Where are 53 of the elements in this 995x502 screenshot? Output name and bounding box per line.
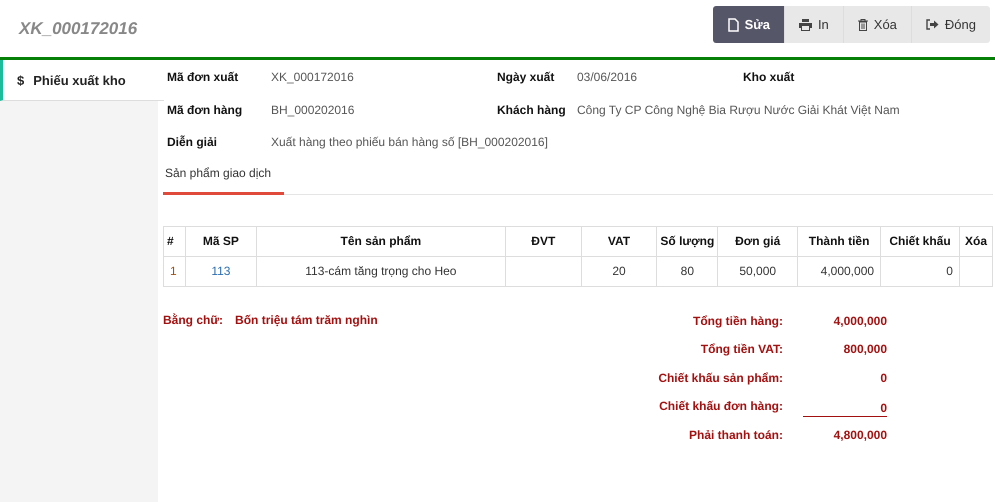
toolbar-button[interactable]: In (784, 6, 843, 43)
table-cell: 113-cám tăng trọng cho Heo (256, 256, 506, 286)
column-header: Thành tiền (798, 226, 881, 256)
field-label: Kho xuất (742, 70, 796, 86)
field-value: Công Ty CP Công Nghệ Bia Rượu Nước Giải Khát Việt Nam (577, 102, 900, 118)
document-title: XK_000172016 (19, 18, 138, 38)
table-cell: 80 (656, 256, 718, 286)
table-cell: 113 (185, 256, 256, 286)
sign-out-icon (926, 19, 939, 30)
column-header: VAT (581, 226, 657, 256)
field-value: XK_000172016 (271, 70, 354, 86)
column-header: Số lượng (656, 226, 718, 256)
field-label: Khách hàng (496, 102, 567, 118)
table-cell: 0 (880, 256, 960, 286)
total-label: Chiết khấu đơn hàng: (658, 398, 783, 416)
tab[interactable]: Sản phẩm giao dịch (163, 166, 284, 194)
printer-icon (798, 18, 812, 30)
total-label: Phải thanh toán: (688, 426, 783, 444)
total-label: Chiết khấu sản phẩm: (657, 370, 783, 387)
table-cell: 50,000 (718, 256, 798, 286)
total-value: 0 (803, 392, 887, 417)
field-label: Ngày xuất (496, 70, 556, 86)
column-header: Tên sản phẩm (256, 226, 506, 256)
field-value: Xuất hàng theo phiếu bán hàng số [BH_000202016] (271, 135, 548, 151)
field-label: Diễn giải (166, 135, 218, 151)
field-value: BH_000202016 (271, 102, 354, 118)
table-cell: 20 (581, 256, 657, 286)
total-value: 4,000,000 (832, 312, 887, 330)
field-value: 03/06/2016 (577, 70, 638, 86)
total-value: 800,000 (842, 341, 887, 358)
total-label: Tổng tiền VAT: (700, 341, 783, 358)
in-words-label: Bằng chữ: (163, 312, 224, 328)
sidebar-item[interactable]: $ Phiếu xuất kho (0, 60, 164, 101)
column-header: Đơn giá (718, 226, 798, 256)
toolbar-button[interactable]: Xóa (842, 6, 911, 43)
field-label: Mã đơn xuất (166, 70, 240, 86)
column-header: # (164, 226, 186, 256)
field-label: Mã đơn hàng (166, 102, 244, 118)
column-header: Xóa (959, 226, 992, 256)
column-header: ĐVT (505, 226, 582, 256)
total-value: 4,800,000 (832, 426, 887, 444)
toolbar-button[interactable]: Sửa (712, 6, 784, 43)
total-value: 0 (879, 370, 887, 387)
column-header: Mã SP (185, 226, 256, 256)
trash-icon (858, 18, 868, 30)
in-words-value: Bốn triệu tám trăm nghìn (235, 312, 378, 328)
table-cell: 4,000,000 (798, 256, 881, 286)
table-cell: 1 (164, 256, 186, 286)
total-label: Tổng tiền hàng: (692, 312, 783, 330)
column-header: Chiết khấu (880, 226, 960, 256)
document-icon (728, 18, 739, 32)
toolbar-button[interactable]: Đóng (910, 6, 990, 43)
table-cell (959, 256, 992, 286)
